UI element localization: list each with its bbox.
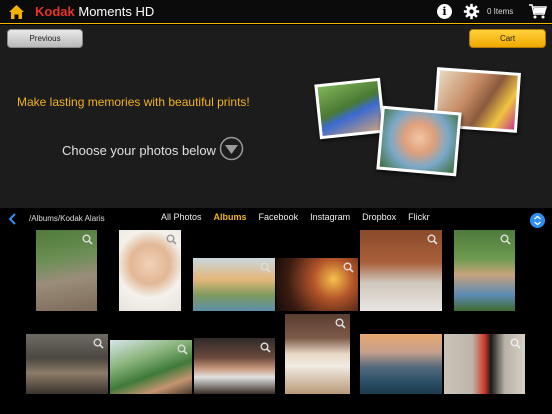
tab-flickr[interactable]: Flickr <box>408 212 430 222</box>
banner-tagline: Make lasting memories with beautiful pri… <box>17 95 250 109</box>
source-tabs: All Photos Albums Facebook Instagram Dro… <box>161 212 430 222</box>
photo-thumbnail[interactable] <box>119 230 181 311</box>
zoom-icon[interactable] <box>93 338 104 349</box>
home-icon[interactable] <box>8 4 25 20</box>
scroll-toggle-icon[interactable] <box>530 213 545 228</box>
zoom-icon[interactable] <box>166 234 177 245</box>
top-bar: Kodak Moments HD i 0 Items <box>0 0 552 24</box>
photo-thumbnail[interactable] <box>193 258 275 311</box>
cart-item-count: 0 Items <box>487 7 514 16</box>
tab-all-photos[interactable]: All Photos <box>161 212 202 222</box>
zoom-icon[interactable] <box>500 234 511 245</box>
album-nav: /Albums/Kodak Alaris All Photos Albums F… <box>0 208 552 230</box>
photo-thumbnail[interactable] <box>360 334 442 394</box>
photo-thumbnail[interactable] <box>110 340 192 394</box>
tab-dropbox[interactable]: Dropbox <box>362 212 396 222</box>
zoom-icon[interactable] <box>260 342 271 353</box>
promo-banner: Previous Cart Make lasting memories with… <box>0 25 552 208</box>
zoom-icon[interactable] <box>510 338 521 349</box>
zoom-icon[interactable] <box>343 262 354 273</box>
brand-moments: Moments <box>78 4 132 19</box>
gear-icon[interactable] <box>463 3 480 20</box>
app-title: Kodak Moments HD <box>35 4 154 19</box>
photo-thumbnail[interactable] <box>276 258 358 311</box>
tab-instagram[interactable]: Instagram <box>310 212 350 222</box>
zoom-icon[interactable] <box>82 234 93 245</box>
zoom-icon[interactable] <box>335 318 346 329</box>
tab-albums[interactable]: Albums <box>214 212 247 222</box>
back-arrow-icon[interactable] <box>8 213 16 225</box>
zoom-icon[interactable] <box>427 234 438 245</box>
print-photo <box>314 77 386 140</box>
photo-thumbnail[interactable] <box>36 230 97 311</box>
tab-facebook[interactable]: Facebook <box>259 212 299 222</box>
photo-thumbnail[interactable] <box>444 334 525 394</box>
brand-kodak: Kodak <box>35 4 75 19</box>
choose-photos-text: Choose your photos below <box>62 143 216 158</box>
photo-grid <box>0 230 552 414</box>
photo-thumbnail[interactable] <box>285 314 350 394</box>
sample-prints <box>314 65 552 205</box>
photo-thumbnail[interactable] <box>26 334 108 394</box>
chevron-down-icon <box>219 136 244 161</box>
photo-thumbnail[interactable] <box>360 230 442 311</box>
print-photo <box>376 105 462 177</box>
cart-button[interactable]: Cart <box>469 29 546 48</box>
previous-button[interactable]: Previous <box>7 29 83 48</box>
zoom-icon[interactable] <box>260 262 271 273</box>
zoom-icon[interactable] <box>177 344 188 355</box>
brand-hd: HD <box>135 4 155 19</box>
info-icon[interactable]: i <box>437 4 452 19</box>
photo-thumbnail[interactable] <box>194 338 275 394</box>
cart-icon[interactable] <box>529 4 547 19</box>
photo-thumbnail[interactable] <box>454 230 515 311</box>
album-path: /Albums/Kodak Alaris <box>29 214 105 223</box>
